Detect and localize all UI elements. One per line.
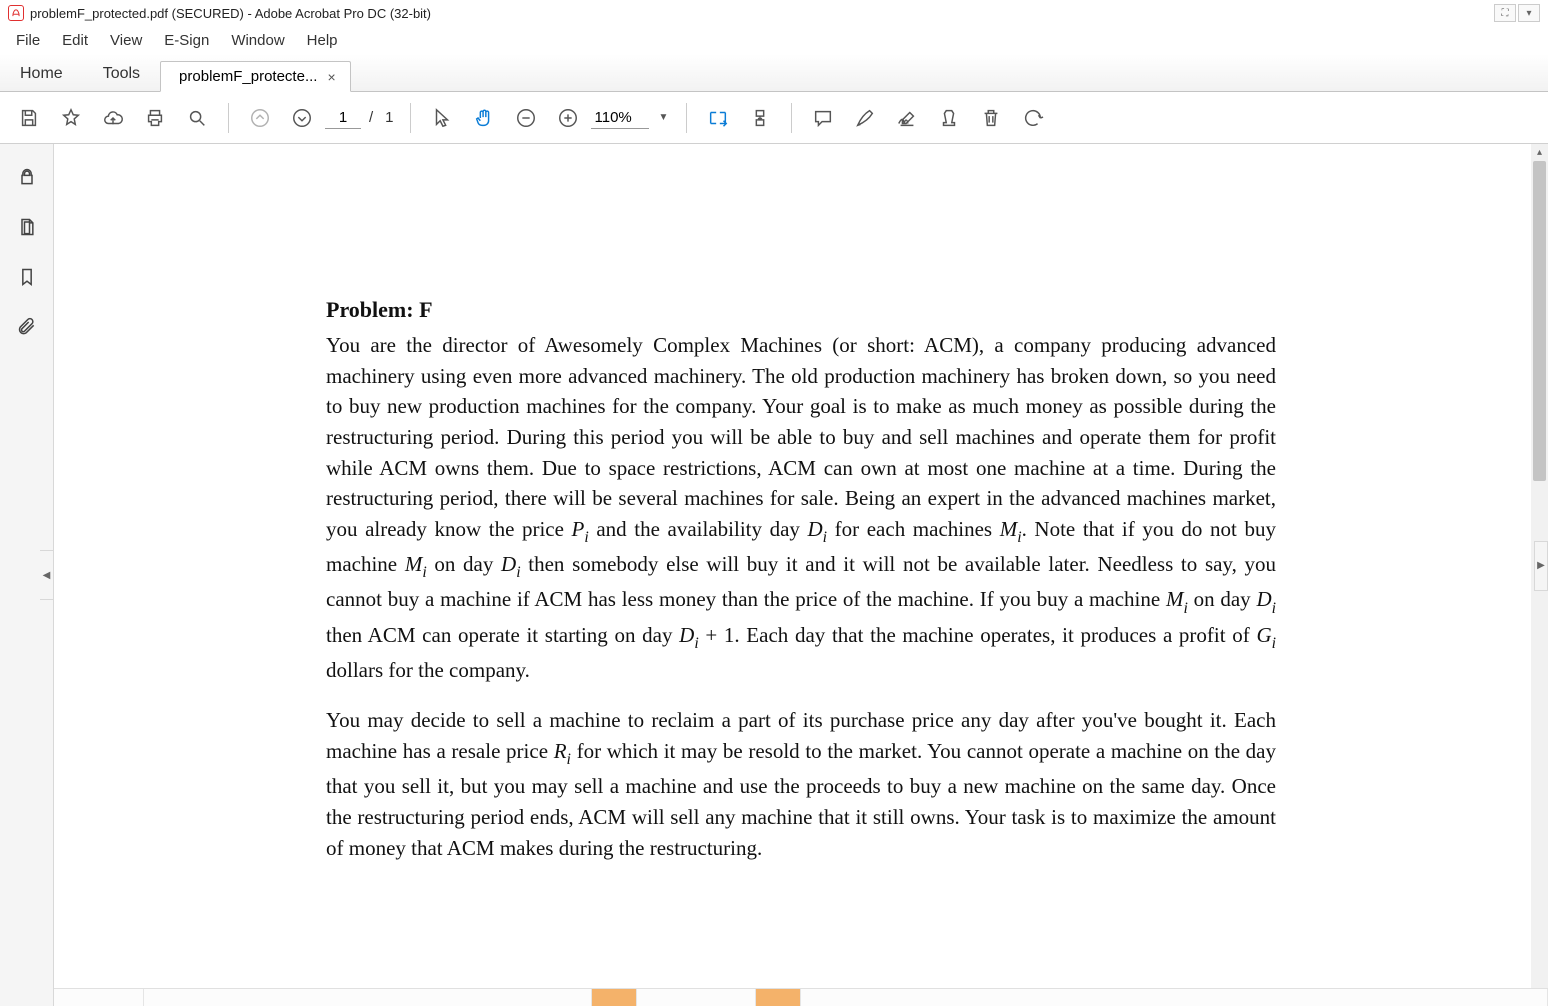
- menu-file[interactable]: File: [6, 28, 50, 53]
- search-icon[interactable]: [178, 99, 216, 137]
- star-icon[interactable]: [52, 99, 90, 137]
- menu-bar: File Edit View E-Sign Window Help: [0, 26, 1548, 54]
- expand-right-pane-icon[interactable]: ▶: [1534, 541, 1548, 591]
- status-bar: [54, 988, 1548, 1006]
- zoom-in-icon[interactable]: [549, 99, 587, 137]
- fit-width-icon[interactable]: [699, 99, 737, 137]
- window-title-bar: problemF_protected.pdf (SECURED) - Adobe…: [0, 0, 1548, 26]
- bookmark-icon[interactable]: [12, 262, 42, 292]
- thumbnails-icon[interactable]: [12, 212, 42, 242]
- scroll-mode-icon[interactable]: [741, 99, 779, 137]
- zoom-level-input[interactable]: [591, 107, 649, 129]
- page-total: 1: [381, 109, 397, 126]
- paragraph-2: You may decide to sell a machine to recl…: [326, 705, 1276, 863]
- tab-home[interactable]: Home: [0, 57, 83, 91]
- highlight-icon[interactable]: [846, 99, 884, 137]
- window-expand-icon[interactable]: ⛶: [1494, 4, 1516, 22]
- print-icon[interactable]: [136, 99, 174, 137]
- pdf-page: Problem: F You are the director of Aweso…: [256, 144, 1346, 923]
- toolbar-separator: [410, 103, 411, 133]
- zoom-out-icon[interactable]: [507, 99, 545, 137]
- menu-window[interactable]: Window: [221, 28, 294, 53]
- menu-edit[interactable]: Edit: [52, 28, 98, 53]
- toolbar-separator: [791, 103, 792, 133]
- tab-document-label: problemF_protecte...: [179, 68, 317, 85]
- comment-icon[interactable]: [804, 99, 842, 137]
- attachment-icon[interactable]: [12, 312, 42, 342]
- menu-esign[interactable]: E-Sign: [154, 28, 219, 53]
- window-title: problemF_protected.pdf (SECURED) - Adobe…: [30, 6, 431, 21]
- sign-icon[interactable]: [888, 99, 926, 137]
- scroll-up-icon[interactable]: ▴: [1531, 144, 1548, 161]
- toolbar-separator: [228, 103, 229, 133]
- page-number-input[interactable]: [325, 107, 361, 129]
- acrobat-app-icon: [8, 5, 24, 21]
- page-separator: /: [365, 109, 377, 126]
- workspace: ◀ Problem: F You are the director of Awe…: [0, 144, 1548, 1006]
- page-up-icon[interactable]: [241, 99, 279, 137]
- window-dropdown-icon[interactable]: ▾: [1518, 4, 1540, 22]
- tab-document[interactable]: problemF_protecte... ×: [160, 61, 351, 92]
- menu-help[interactable]: Help: [297, 28, 348, 53]
- main-toolbar: / 1 ▼: [0, 92, 1548, 144]
- menu-view[interactable]: View: [100, 28, 152, 53]
- paragraph-1: You are the director of Awesomely Comple…: [326, 330, 1276, 685]
- hand-tool-icon[interactable]: [465, 99, 503, 137]
- cloud-upload-icon[interactable]: [94, 99, 132, 137]
- tab-tools[interactable]: Tools: [83, 57, 160, 91]
- scroll-thumb[interactable]: [1533, 161, 1546, 481]
- rotate-icon[interactable]: [1014, 99, 1052, 137]
- collapse-left-pane-icon[interactable]: ◀: [40, 550, 54, 600]
- delete-icon[interactable]: [972, 99, 1010, 137]
- lock-icon[interactable]: [12, 162, 42, 192]
- zoom-dropdown-icon[interactable]: ▼: [653, 112, 675, 123]
- tab-strip: Home Tools problemF_protecte... ×: [0, 54, 1548, 92]
- page-down-icon[interactable]: [283, 99, 321, 137]
- tab-close-button[interactable]: ×: [325, 70, 337, 84]
- document-viewport[interactable]: Problem: F You are the director of Aweso…: [54, 144, 1548, 1006]
- toolbar-separator: [686, 103, 687, 133]
- navigation-pane: ◀: [0, 144, 54, 1006]
- problem-heading: Problem: F: [326, 294, 1276, 326]
- save-icon[interactable]: [10, 99, 48, 137]
- selection-arrow-icon[interactable]: [423, 99, 461, 137]
- stamp-icon[interactable]: [930, 99, 968, 137]
- window-controls: ⛶ ▾: [1494, 4, 1540, 22]
